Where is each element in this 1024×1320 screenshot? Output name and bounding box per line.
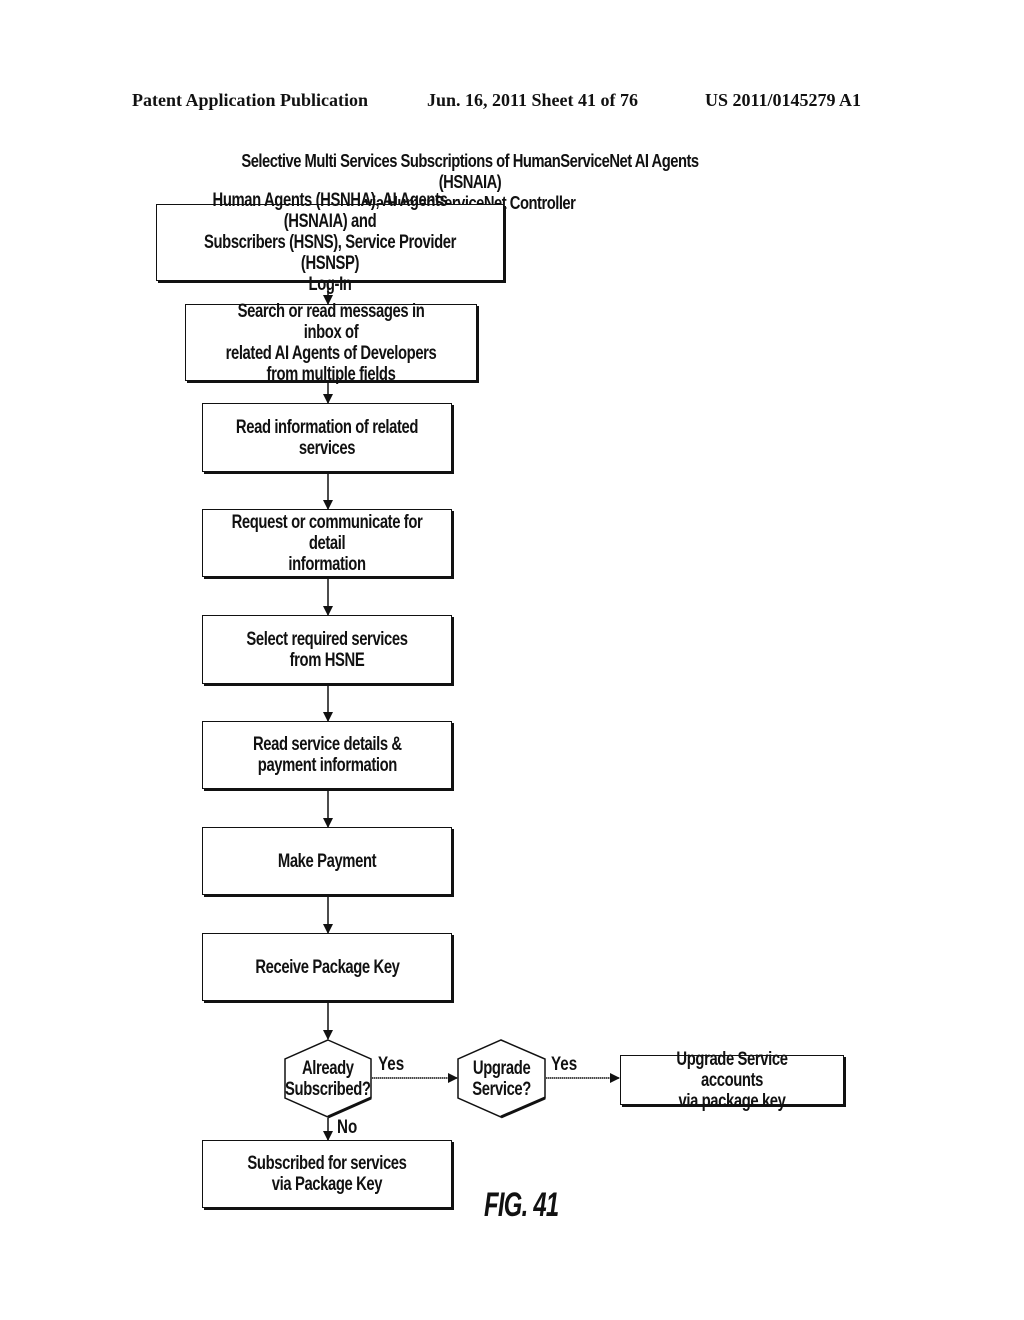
step-select-text: Select required services from HSNE — [246, 628, 408, 671]
step-payment: Make Payment — [202, 827, 452, 895]
step-receive-key: Receive Package Key — [202, 933, 452, 1001]
connectors — [323, 281, 620, 1141]
step-search: Search or read messages in inbox of rela… — [185, 301, 477, 385]
step-upgrade-accounts: Upgrade Service accounts via package key — [620, 1049, 844, 1112]
decision-upgrade-service-text: Upgrade Service? — [472, 1057, 531, 1100]
step-login: Human Agents (HSNHA), AI Agents (HSNAIA)… — [156, 190, 504, 295]
edge-label-yes-1: Yes — [378, 1054, 405, 1075]
step-search-text: Search or read messages in inbox of rela… — [225, 300, 437, 385]
step-receive-key-text: Receive Package Key — [254, 956, 400, 978]
edge-label-no: No — [337, 1117, 358, 1138]
step-select: Select required services from HSNE — [202, 615, 452, 684]
step-subscribed: Subscribed for services via Package Key — [202, 1140, 452, 1208]
decision-already-subscribed-text: Already Subscribed? — [285, 1057, 371, 1100]
step-read-info: Read information of related services — [202, 403, 452, 472]
step-request-text: Request or communicate for detail inform… — [231, 511, 423, 575]
step-read-details: Read service details & payment informati… — [202, 721, 452, 789]
decision-upgrade-service: Upgrade Service? — [457, 1039, 546, 1119]
step-login-text: Human Agents (HSNHA), AI Agents (HSNAIA)… — [203, 190, 457, 295]
step-read-details-text: Read service details & payment informati… — [252, 734, 402, 776]
step-request: Request or communicate for detail inform… — [202, 509, 452, 577]
step-upgrade-accounts-text: Upgrade Service accounts via package key — [676, 1048, 788, 1112]
step-payment-text: Make Payment — [277, 850, 377, 872]
figure-label: FIG. 41 — [484, 1186, 559, 1224]
step-read-info-text: Read information of related services — [235, 416, 419, 459]
edge-label-yes-2: Yes — [551, 1054, 578, 1075]
step-subscribed-text: Subscribed for services via Package Key — [247, 1153, 407, 1195]
decision-already-subscribed: Already Subscribed? — [284, 1039, 372, 1119]
